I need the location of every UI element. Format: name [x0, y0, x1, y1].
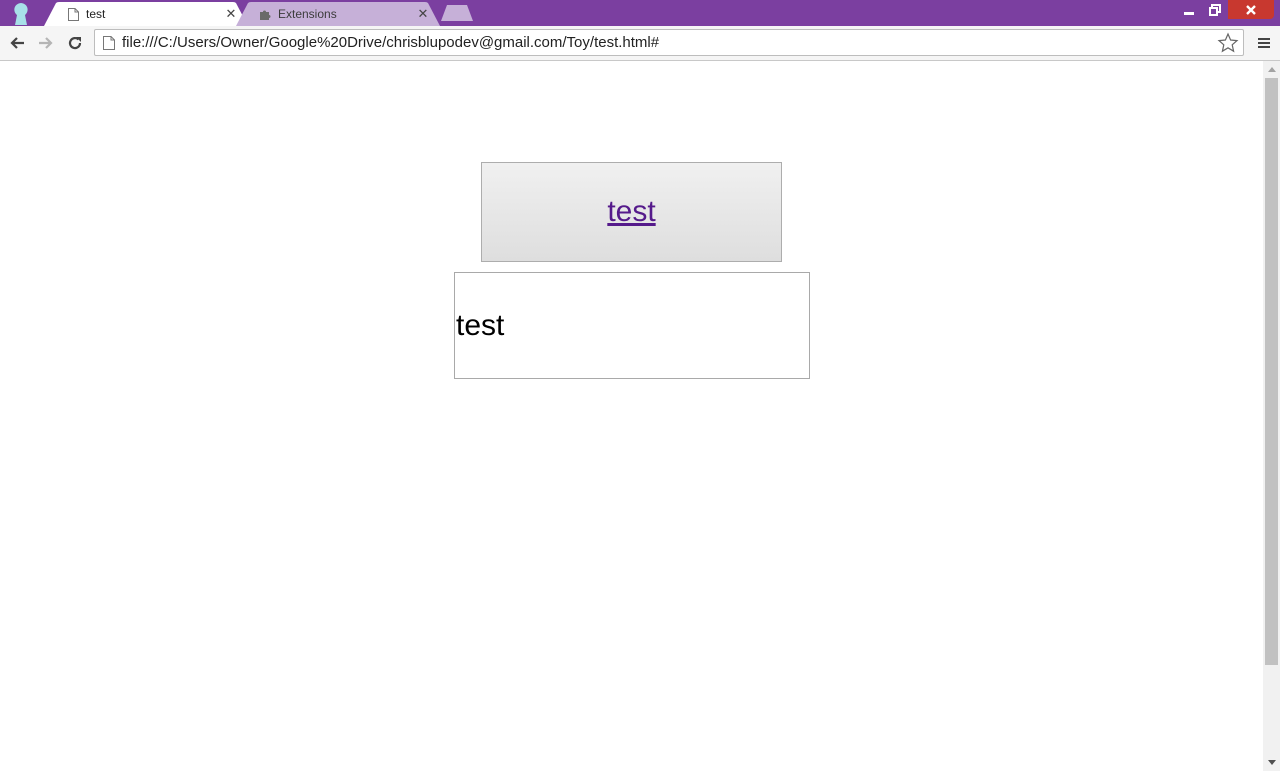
address-bar[interactable]: file:///C:/Users/Owner/Google%20Drive/ch…	[94, 29, 1244, 56]
scroll-up-arrow-icon[interactable]	[1263, 61, 1280, 77]
arrow-left-icon	[10, 37, 24, 49]
vertical-scrollbar[interactable]	[1263, 61, 1280, 771]
url-text[interactable]: file:///C:/Users/Owner/Google%20Drive/ch…	[122, 30, 659, 55]
test-link[interactable]: test	[607, 195, 655, 229]
scrollbar-thumb[interactable]	[1265, 78, 1278, 665]
minimize-button[interactable]	[1176, 0, 1202, 19]
reload-button[interactable]	[64, 32, 86, 54]
close-tab-icon[interactable]: ✕	[415, 6, 431, 22]
page-viewport: test test	[0, 61, 1263, 771]
close-window-button[interactable]	[1228, 0, 1274, 19]
puzzle-icon	[258, 7, 272, 21]
tab-extensions[interactable]: Extensions ✕	[236, 2, 440, 26]
tab-test[interactable]: test ✕	[44, 2, 248, 26]
page-icon	[66, 7, 80, 21]
title-bar: test ✕ Extensions ✕	[0, 0, 1280, 26]
window-controls	[1176, 0, 1274, 20]
forward-button[interactable]	[35, 32, 57, 54]
new-tab-button[interactable]	[441, 5, 473, 21]
profile-avatar-icon[interactable]	[8, 0, 34, 25]
tab-title: test	[86, 7, 106, 21]
hamburger-menu-icon	[1258, 38, 1270, 48]
test-text-field[interactable]: test	[454, 272, 810, 379]
menu-button[interactable]	[1254, 32, 1274, 54]
back-button[interactable]	[6, 32, 28, 54]
bookmark-star-icon[interactable]	[1217, 32, 1239, 54]
restore-button[interactable]	[1202, 0, 1228, 19]
page-icon	[103, 36, 115, 50]
test-button[interactable]: test	[481, 162, 782, 262]
scroll-down-arrow-icon[interactable]	[1263, 755, 1280, 771]
tab-title: Extensions	[278, 7, 337, 21]
arrow-right-icon	[39, 37, 53, 49]
browser-toolbar: file:///C:/Users/Owner/Google%20Drive/ch…	[0, 26, 1280, 61]
reload-icon	[68, 36, 82, 50]
